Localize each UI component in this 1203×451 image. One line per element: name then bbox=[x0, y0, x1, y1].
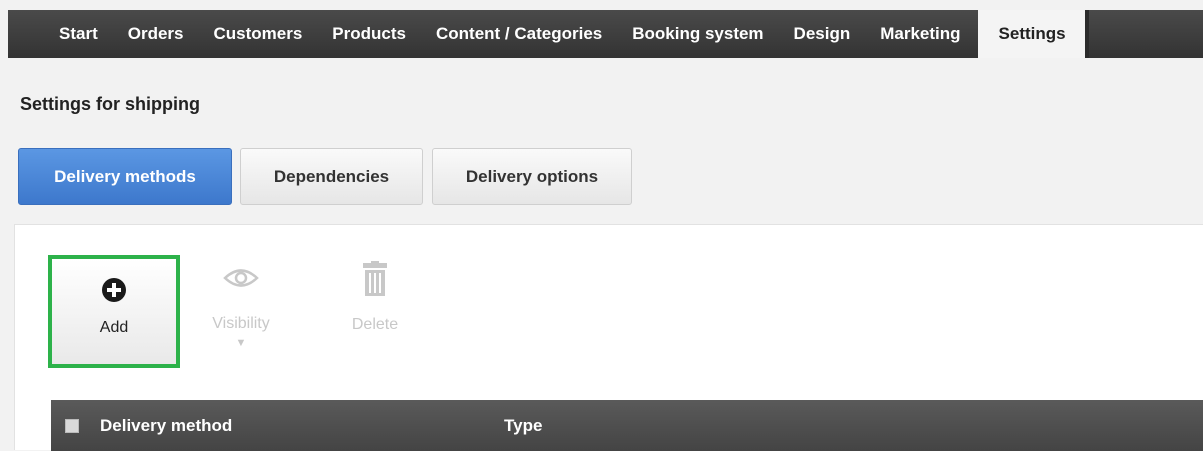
nav-item-design[interactable]: Design bbox=[779, 10, 866, 58]
nav-divider bbox=[1084, 10, 1089, 58]
add-label: Add bbox=[99, 319, 129, 336]
tab-delivery-options[interactable]: Delivery options bbox=[432, 148, 632, 205]
add-button[interactable]: Add bbox=[48, 255, 180, 368]
nav-item-content-categories[interactable]: Content / Categories bbox=[421, 10, 617, 58]
delete-label: Delete bbox=[351, 316, 399, 333]
tab-delivery-methods[interactable]: Delivery methods bbox=[18, 148, 232, 205]
select-all-checkbox[interactable] bbox=[65, 418, 79, 433]
plus-circle-icon bbox=[52, 277, 176, 303]
nav-item-orders[interactable]: Orders bbox=[113, 10, 199, 58]
table-header: Delivery method Type bbox=[51, 400, 1203, 451]
nav-item-products[interactable]: Products bbox=[317, 10, 421, 58]
column-type[interactable]: Type bbox=[504, 416, 542, 436]
chevron-down-icon: ▼ bbox=[235, 337, 247, 349]
nav-item-start[interactable]: Start bbox=[44, 10, 113, 58]
eye-icon bbox=[201, 267, 281, 293]
visibility-button[interactable]: Visibility ▼ bbox=[201, 267, 281, 377]
trash-icon bbox=[335, 261, 415, 302]
tab-dependencies[interactable]: Dependencies bbox=[240, 148, 423, 205]
nav-item-booking-system[interactable]: Booking system bbox=[617, 10, 778, 58]
nav-item-marketing[interactable]: Marketing bbox=[865, 10, 975, 58]
top-navigation: Start Orders Customers Products Content … bbox=[8, 10, 1203, 58]
nav-item-customers[interactable]: Customers bbox=[198, 10, 317, 58]
visibility-label: Visibility bbox=[212, 315, 270, 332]
nav-item-settings[interactable]: Settings bbox=[977, 10, 1085, 58]
delete-button[interactable]: Delete bbox=[335, 261, 415, 341]
page-title: Settings for shipping bbox=[20, 94, 200, 114]
column-delivery-method[interactable]: Delivery method bbox=[100, 416, 504, 436]
content-panel: Add Visibility ▼ Delete Delivery method … bbox=[14, 224, 1203, 451]
